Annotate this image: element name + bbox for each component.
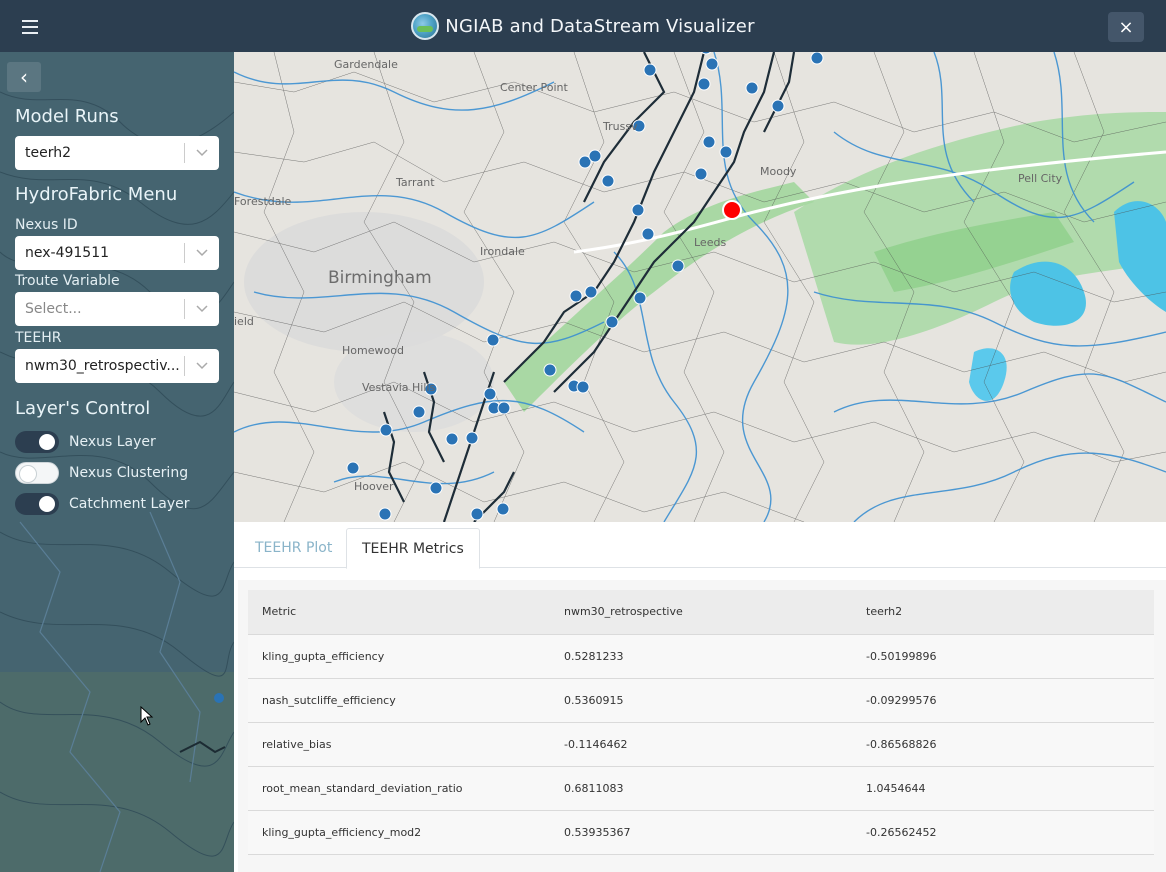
troute-variable-placeholder: Select... (25, 301, 82, 317)
cell-nwm30: -0.1146462 (550, 722, 852, 767)
tab-teehr-metrics[interactable]: TEEHR Metrics (346, 528, 480, 569)
cell-nwm30: 0.5360915 (550, 678, 852, 723)
map-label-birmingham: Birmingham (328, 268, 432, 288)
table-row: kling_gupta_efficiency 0.5281233 -0.5019… (248, 634, 1154, 679)
cell-metric: nash_sutcliffe_efficiency (248, 678, 550, 723)
mouse-cursor-icon (140, 706, 154, 726)
title-group: NGIAB and DataStream Visualizer (0, 0, 1166, 52)
hydrofabric-menu-title: HydroFabric Menu (15, 184, 178, 205)
map-label-tarrant: Tarrant (396, 176, 435, 189)
collapse-sidebar-button[interactable]: ‹ (7, 62, 41, 92)
cell-metric: relative_bias (248, 722, 550, 767)
map-label-moody: Moody (760, 165, 797, 178)
column-header-nwm30: nwm30_retrospective (550, 590, 852, 635)
table-row: root_mean_standard_deviation_ratio 0.681… (248, 766, 1154, 811)
app-header: NGIAB and DataStream Visualizer × (0, 0, 1166, 52)
close-button[interactable]: × (1108, 12, 1144, 42)
nexus-clustering-toggle-row: Nexus Clustering (15, 462, 188, 484)
app-title: NGIAB and DataStream Visualizer (445, 15, 755, 37)
table-row: relative_bias -0.1146462 -0.86568826 (248, 722, 1154, 767)
troute-variable-select[interactable]: Select... (15, 292, 219, 326)
nexus-clustering-toggle[interactable] (15, 462, 59, 484)
app-logo-icon (411, 12, 440, 40)
column-header-metric: Metric (248, 590, 550, 635)
layers-control-title: Layer's Control (15, 398, 151, 419)
catchment-layer-toggle[interactable] (15, 493, 59, 515)
cell-metric: kling_gupta_efficiency_mod2 (248, 810, 550, 855)
model-runs-value: teerh2 (25, 145, 72, 161)
map-label-homewood: Homewood (342, 344, 404, 357)
cell-teerh2: -0.50199896 (852, 634, 1154, 679)
metrics-table: Metric nwm30_retrospective teerh2 kling_… (248, 590, 1154, 855)
nexus-clustering-label: Nexus Clustering (69, 465, 189, 481)
column-header-teerh2: teerh2 (852, 590, 1154, 635)
map-label-gardendale: Gardendale (334, 58, 398, 71)
chevron-down-icon (185, 305, 219, 313)
map-label-irondale: Irondale (480, 245, 525, 258)
map-label-field: ield (234, 315, 254, 328)
cell-nwm30: 0.53935367 (550, 810, 852, 855)
chevron-down-icon (185, 362, 219, 370)
chevron-down-icon (185, 249, 219, 257)
results-panel: TEEHR Plot TEEHR Metrics Metric nwm30_re… (234, 522, 1166, 872)
cell-metric: root_mean_standard_deviation_ratio (248, 766, 550, 811)
map-label-forestdale: Forestdale (234, 195, 292, 208)
troute-variable-label: Troute Variable (15, 273, 120, 289)
cell-teerh2: -0.09299576 (852, 678, 1154, 723)
nexus-id-select[interactable]: nex-491511 (15, 236, 219, 270)
tab-teehr-plot[interactable]: TEEHR Plot (240, 528, 347, 568)
cell-teerh2: -0.26562452 (852, 810, 1154, 855)
map-label-hoover: Hoover (354, 480, 394, 493)
map-label-pell-city: Pell City (1018, 172, 1063, 185)
selected-nexus-marker[interactable] (722, 200, 742, 220)
teehr-select[interactable]: nwm30_retrospectiv... (15, 349, 219, 383)
cell-nwm30: 0.6811083 (550, 766, 852, 811)
teehr-value: nwm30_retrospectiv... (25, 358, 180, 374)
nexus-layer-toggle-row: Nexus Layer (15, 431, 156, 453)
results-tabs: TEEHR Plot TEEHR Metrics (234, 522, 1166, 569)
map-label-vestavia: Vestavia Hills (362, 381, 436, 394)
nexus-layer-toggle[interactable] (15, 431, 59, 453)
cell-teerh2: -0.86568826 (852, 722, 1154, 767)
cell-metric: kling_gupta_efficiency (248, 634, 550, 679)
chevron-down-icon (185, 149, 219, 157)
sidebar: ‹ Model Runs teerh2 HydroFabric Menu Nex… (0, 52, 234, 872)
catchment-layer-label: Catchment Layer (69, 496, 190, 512)
nexus-layer-label: Nexus Layer (69, 434, 156, 450)
table-header-row: Metric nwm30_retrospective teerh2 (248, 590, 1154, 635)
map-view[interactable]: Gardendale Center Point Trussv Tarrant F… (234, 52, 1166, 522)
map-label-leeds: Leeds (694, 236, 727, 249)
catchment-layer-toggle-row: Catchment Layer (15, 493, 190, 515)
model-runs-title: Model Runs (15, 106, 119, 127)
teehr-label: TEEHR (15, 330, 62, 346)
map-label-trussville: Trussv (603, 120, 638, 133)
metrics-container: Metric nwm30_retrospective teerh2 kling_… (238, 580, 1166, 872)
table-row: kling_gupta_efficiency_mod2 0.53935367 -… (248, 810, 1154, 855)
cell-nwm30: 0.5281233 (550, 634, 852, 679)
nexus-id-label: Nexus ID (15, 217, 78, 233)
map-label-center-point: Center Point (500, 81, 568, 94)
cell-teerh2: 1.0454644 (852, 766, 1154, 811)
table-row: nash_sutcliffe_efficiency 0.5360915 -0.0… (248, 678, 1154, 723)
model-runs-select[interactable]: teerh2 (15, 136, 219, 170)
nexus-id-value: nex-491511 (25, 245, 110, 261)
